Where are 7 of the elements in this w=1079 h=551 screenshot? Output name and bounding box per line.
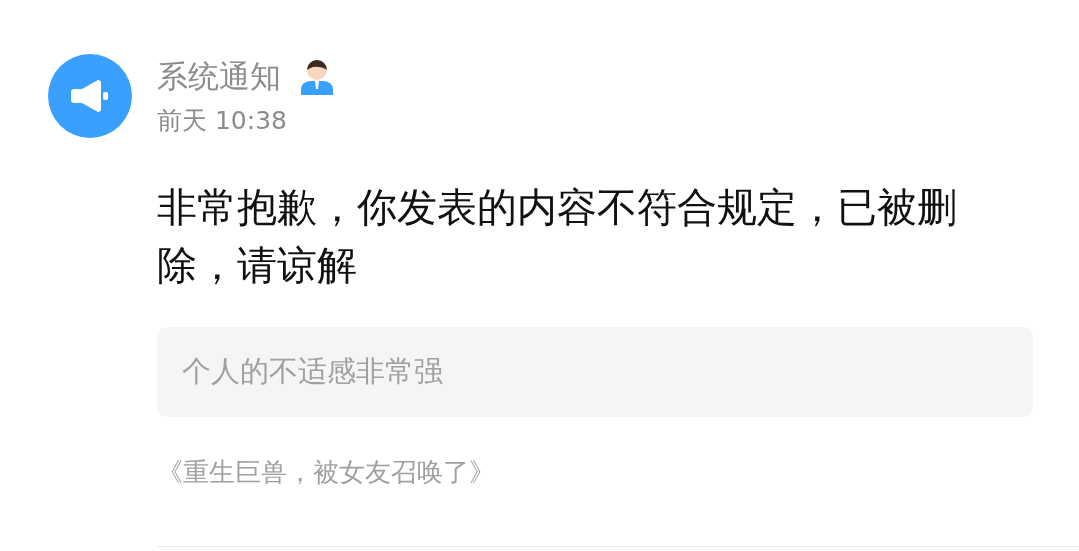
sender-name: 系统通知 [157,57,281,96]
quote-text: 个人的不适感非常强 [182,353,443,391]
source-title: 《重生巨兽，被女友召唤了》 [157,456,496,489]
message-text: 非常抱歉，你发表的内容不符合规定，已被删除，请谅解 [157,183,958,290]
speaker-icon [70,79,110,113]
person-icon [299,57,335,95]
timestamp: 前天 10:38 [157,105,288,137]
